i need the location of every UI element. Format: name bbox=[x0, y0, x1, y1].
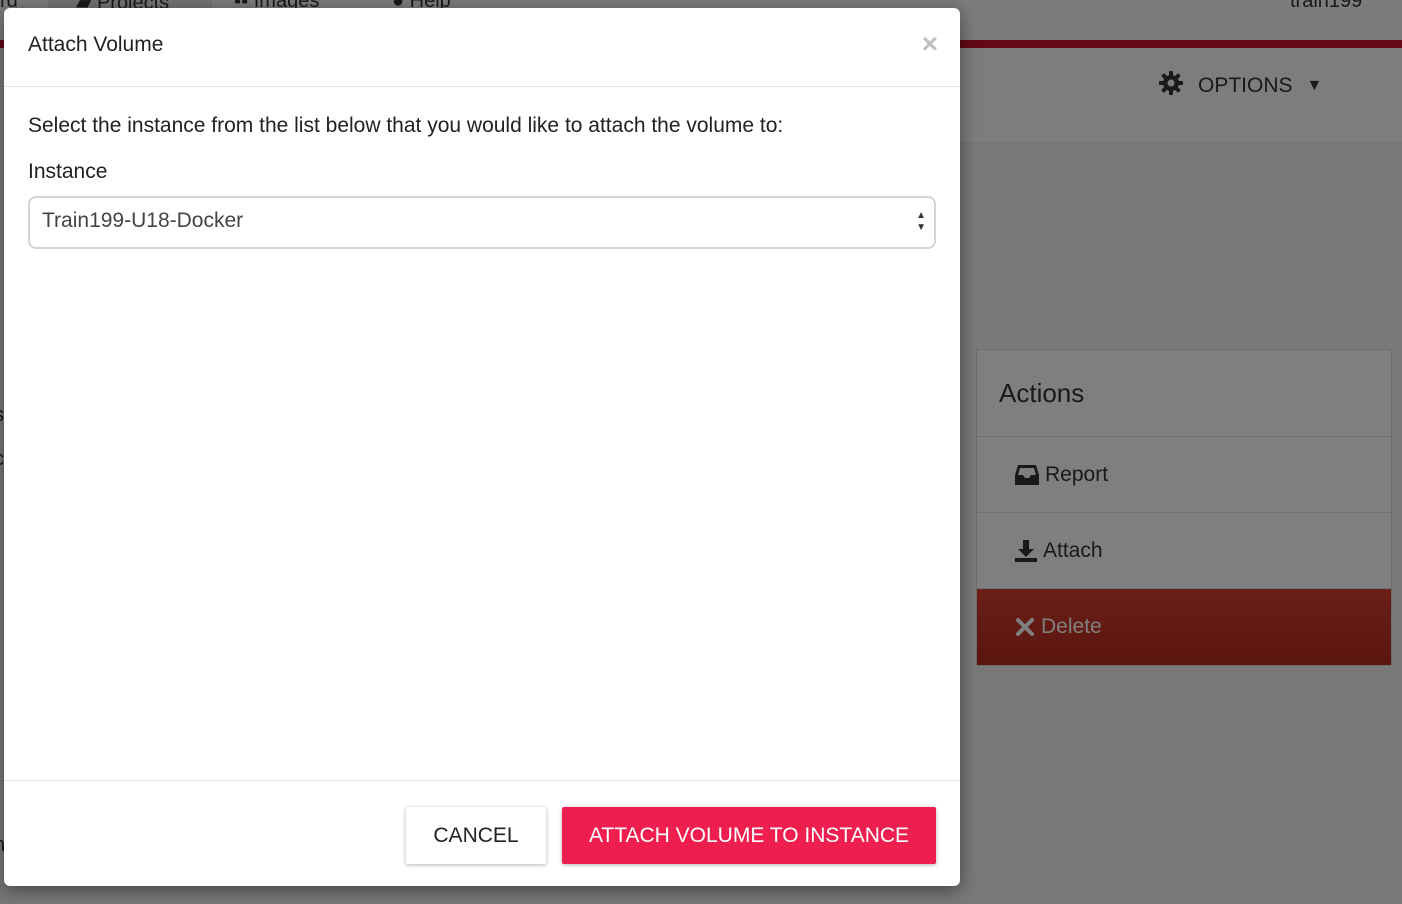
instance-label: Instance bbox=[28, 160, 108, 183]
attach-volume-button[interactable]: ATTACH VOLUME TO INSTANCE bbox=[562, 807, 936, 864]
cancel-button[interactable]: CANCEL bbox=[406, 807, 546, 864]
modal-title: Attach Volume bbox=[28, 33, 164, 56]
modal-description: Select the instance from the list below … bbox=[28, 114, 784, 137]
select-arrows-icon: ▲ ▼ bbox=[916, 210, 926, 233]
modal-header: Attach Volume × bbox=[4, 8, 960, 87]
modal-body: Select the instance from the list below … bbox=[4, 87, 960, 780]
modal-footer: CANCEL ATTACH VOLUME TO INSTANCE bbox=[4, 780, 960, 886]
close-icon[interactable]: × bbox=[922, 30, 938, 58]
attach-volume-dialog: Attach Volume × Select the instance from… bbox=[4, 8, 960, 886]
instance-select-value: Train199-U18-Docker bbox=[42, 209, 244, 232]
instance-select[interactable]: Train199-U18-Docker ▲ ▼ bbox=[28, 196, 936, 249]
